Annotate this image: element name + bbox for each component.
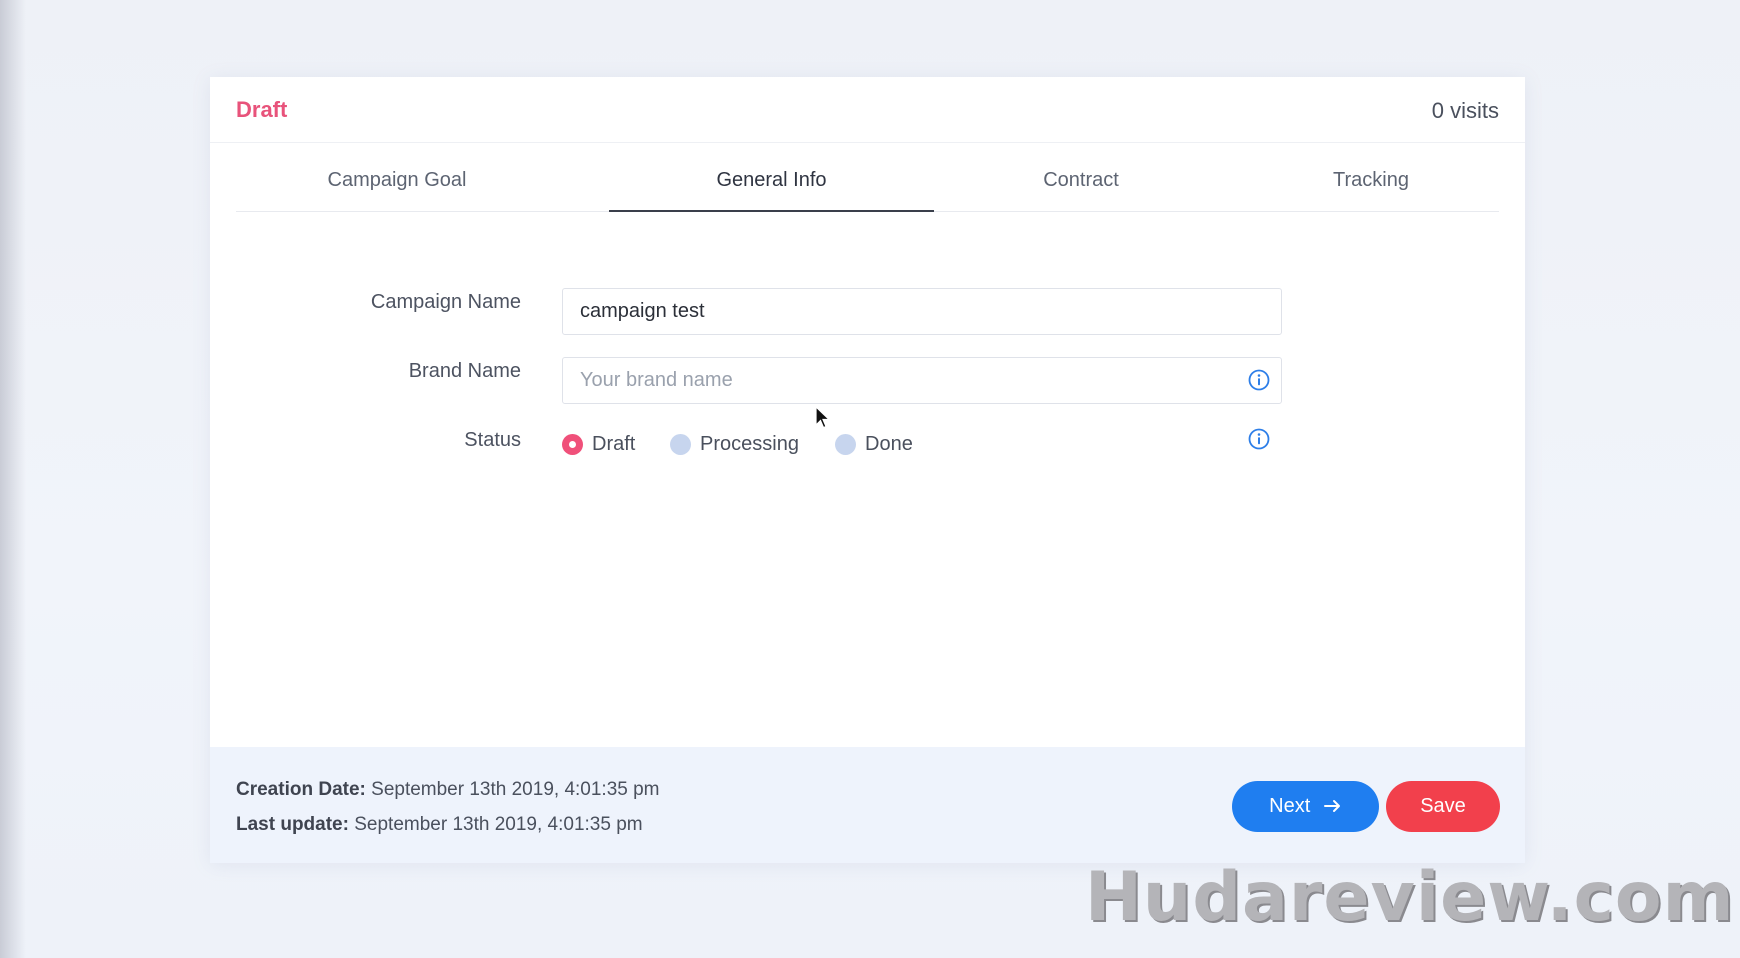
- background-shade: [0, 0, 26, 958]
- brand-name-input[interactable]: [562, 357, 1282, 404]
- next-button[interactable]: Next: [1232, 781, 1379, 832]
- radio-unchecked-icon: [835, 433, 856, 455]
- brand-name-info-icon[interactable]: [1248, 369, 1270, 391]
- creation-date: Creation Date: September 13th 2019, 4:01…: [236, 779, 660, 801]
- last-update-value: September 13th 2019, 4:01:35 pm: [354, 814, 643, 835]
- tab-contract[interactable]: Contract: [1006, 165, 1156, 212]
- save-button[interactable]: Save: [1386, 781, 1500, 832]
- status-option-label: Processing: [700, 432, 799, 455]
- visits-count: 0 visits: [1431, 98, 1499, 123]
- watermark-text: Hudareview.com: [1085, 858, 1735, 937]
- status-info-icon[interactable]: [1248, 428, 1270, 450]
- last-update-label: Last update:: [236, 814, 349, 835]
- campaign-name-input[interactable]: [562, 288, 1282, 335]
- tab-tracking[interactable]: Tracking: [1296, 165, 1446, 212]
- status-option-draft[interactable]: Draft: [562, 429, 635, 459]
- status-option-label: Done: [865, 432, 913, 455]
- status-label: Status: [464, 429, 521, 451]
- tab-campaign-goal[interactable]: Campaign Goal: [304, 165, 490, 212]
- last-update: Last update: September 13th 2019, 4:01:3…: [236, 814, 643, 836]
- card-footer: Creation Date: September 13th 2019, 4:01…: [210, 747, 1525, 863]
- tab-bar: Campaign Goal General Info Contract Trac…: [236, 165, 1499, 212]
- status-option-label: Draft: [592, 432, 636, 455]
- card-header: Draft 0 visits: [210, 77, 1525, 143]
- radio-unchecked-icon: [670, 433, 691, 455]
- campaign-name-label: Campaign Name: [370, 291, 521, 313]
- campaign-card: Draft 0 visits Campaign Goal General Inf…: [210, 77, 1525, 863]
- status-option-processing[interactable]: Processing: [670, 429, 799, 459]
- creation-date-label: Creation Date:: [236, 779, 366, 800]
- brand-name-label: Brand Name: [408, 360, 521, 382]
- creation-date-value: September 13th 2019, 4:01:35 pm: [371, 779, 660, 800]
- status-option-done[interactable]: Done: [835, 429, 913, 459]
- arrow-right-icon: [1323, 800, 1340, 812]
- radio-checked-icon: [562, 433, 583, 455]
- campaign-status-title: Draft: [236, 97, 288, 122]
- tab-general-info[interactable]: General Info: [609, 165, 934, 212]
- mouse-cursor-icon: [815, 406, 831, 429]
- next-button-label: Next: [1269, 795, 1311, 817]
